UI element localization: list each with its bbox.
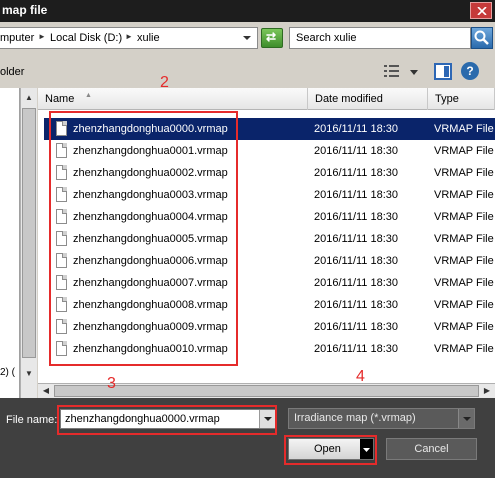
file-type: VRMAP File [434,343,494,355]
breadcrumb-computer[interactable]: mputer [0,32,34,44]
annotation-number: 2 [160,74,169,91]
file-type: VRMAP File [434,211,494,223]
annotation-box-open [284,435,377,465]
column-type-label: Type [435,93,459,105]
search-icon [474,30,489,45]
column-date[interactable]: Date modified [308,88,428,110]
sort-ascending-icon: ▲ [85,92,92,99]
scroll-up-icon[interactable]: ▲ [21,90,37,106]
file-type: VRMAP File [434,321,494,333]
file-type: VRMAP File [434,299,494,311]
scroll-down-icon[interactable]: ▼ [21,366,37,382]
file-type: VRMAP File [434,189,494,201]
file-date: 2016/11/11 18:30 [314,343,399,355]
file-date: 2016/11/11 18:30 [314,167,399,179]
close-icon [477,7,487,15]
chevron-right-icon[interactable]: ► [38,32,46,41]
help-icon[interactable]: ? [461,62,479,80]
file-date: 2016/11/11 18:30 [314,255,399,267]
column-type[interactable]: Type [428,88,495,110]
scrollbar-thumb[interactable] [22,108,36,358]
scrollbar-thumb[interactable] [54,385,479,397]
column-name[interactable]: Name ▲ [38,88,308,110]
file-date: 2016/11/11 18:30 [314,123,399,135]
search-button[interactable] [471,27,493,49]
file-date: 2016/11/11 18:30 [314,145,399,157]
toolbar: older ? [0,56,495,88]
column-name-label: Name [45,93,75,105]
search-input[interactable]: Search xulie [289,27,471,49]
file-type-select[interactable]: Irradiance map (*.vrmap) [288,408,475,429]
title-bar: map file [0,0,495,22]
file-date: 2016/11/11 18:30 [314,211,399,223]
file-type: VRMAP File [434,255,494,267]
column-header: Name ▲ Date modified Type [38,88,495,110]
chevron-right-icon[interactable]: ► [125,32,133,41]
annotation-number: 4 [356,368,365,385]
close-button[interactable] [470,2,492,19]
breadcrumb-local-disk[interactable]: Local Disk (D:) [50,32,122,44]
navigation-item[interactable]: 2) ( [0,367,15,378]
file-type-dropdown[interactable] [458,409,474,428]
scroll-left-icon[interactable]: ◀ [38,383,54,399]
file-type: VRMAP File [434,277,494,289]
navigation-scrollbar[interactable]: ▲ ▼ [20,88,37,398]
scroll-right-icon[interactable]: ▶ [479,383,495,399]
annotation-number: 3 [107,375,116,392]
column-date-label: Date modified [315,93,383,105]
cancel-button[interactable]: Cancel [386,438,477,460]
cancel-button-label: Cancel [414,443,449,455]
file-type-filter-value: Irradiance map (*.vrmap) [294,412,416,424]
annotation-box-file-name [57,405,277,435]
chevron-down-icon[interactable] [240,28,254,48]
views-icon[interactable] [384,64,400,78]
window-title: map file [2,3,48,17]
new-folder-button[interactable]: older [0,66,24,78]
refresh-button[interactable]: ⇄ [261,28,283,48]
file-date: 2016/11/11 18:30 [314,299,399,311]
breadcrumb-xulie[interactable]: xulie [137,32,160,44]
file-date: 2016/11/11 18:30 [314,233,399,245]
chevron-down-icon[interactable] [410,70,418,75]
file-date: 2016/11/11 18:30 [314,277,399,289]
navigation-pane[interactable]: 2) ( [0,88,20,398]
preview-pane-icon[interactable] [434,63,452,80]
annotation-box-file-list [49,111,238,366]
file-type: VRMAP File [434,145,494,157]
file-type: VRMAP File [434,233,494,245]
chevron-down-icon [463,417,471,421]
address-bar: mputer ► Local Disk (D:) ► xulie ⇄ Searc… [0,22,495,56]
file-date: 2016/11/11 18:30 [314,189,399,201]
refresh-icon: ⇄ [266,30,277,44]
file-type: VRMAP File [434,123,494,135]
search-placeholder: Search xulie [296,32,357,44]
file-name-label: File name: [6,414,58,426]
file-type: VRMAP File [434,167,494,179]
file-date: 2016/11/11 18:30 [314,321,399,333]
breadcrumb[interactable]: mputer ► Local Disk (D:) ► xulie [0,27,258,49]
